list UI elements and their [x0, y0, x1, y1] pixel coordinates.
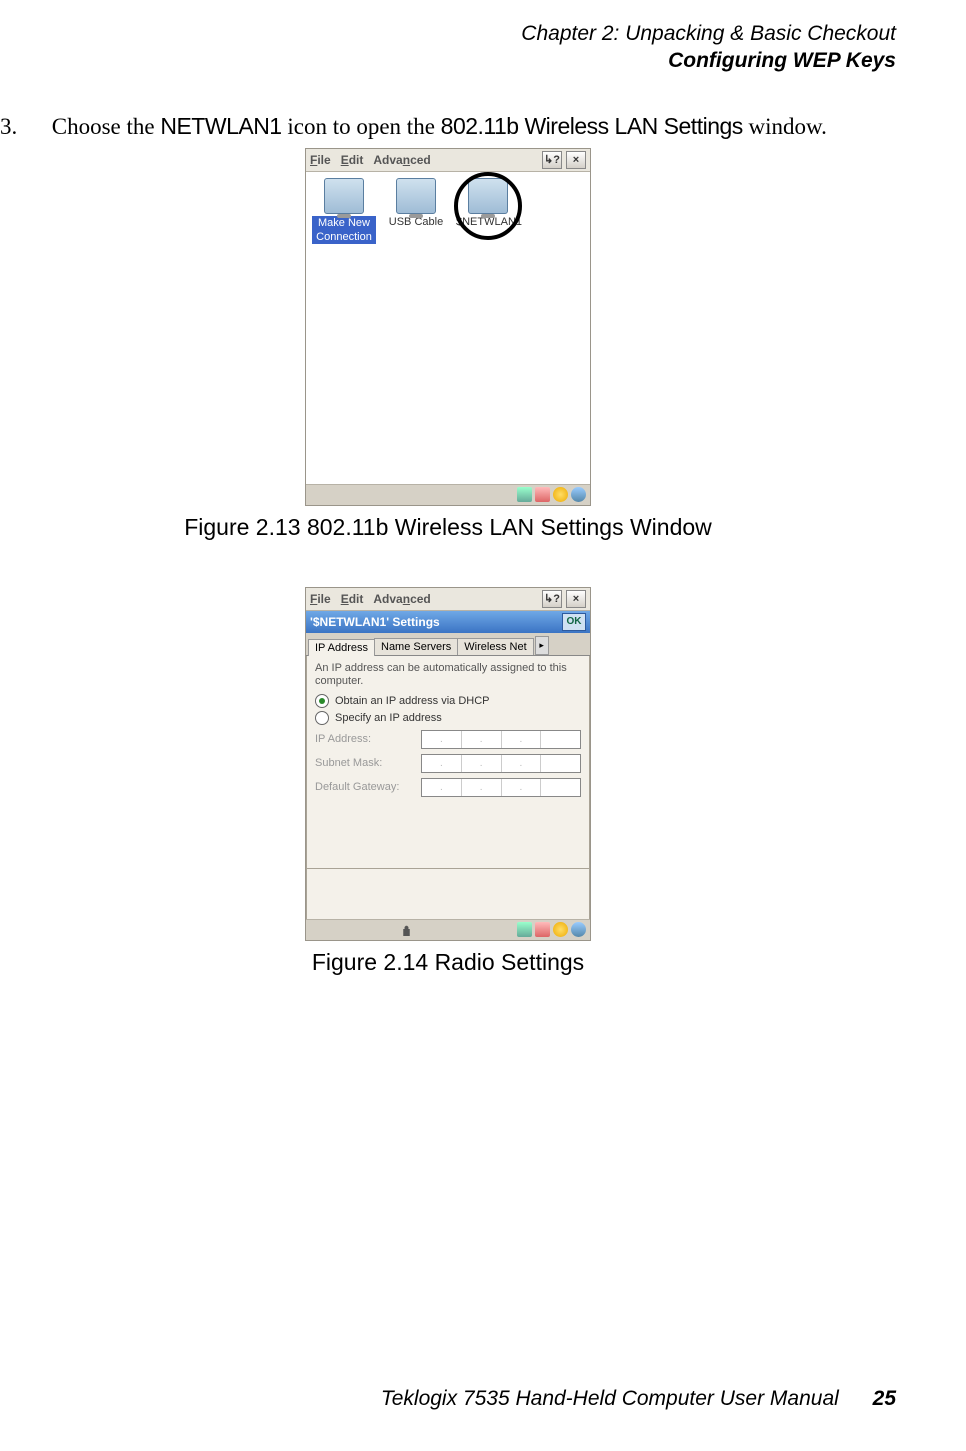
tab-scroll-right[interactable]: ▸ [535, 636, 549, 655]
section-line: Configuring WEP Keys [0, 47, 896, 74]
tray-status-icon-2[interactable] [553, 922, 568, 937]
tray-network-icon-2[interactable] [535, 922, 550, 937]
tab-name-servers[interactable]: Name Servers [374, 638, 458, 655]
field-ip-address: IP Address: ... [315, 730, 581, 749]
chapter-line: Chapter 2: Unpacking & Basic Checkout [0, 20, 896, 47]
taskbar [306, 484, 590, 505]
menu-bar: File Edit Advanced ↳? × [306, 149, 590, 172]
tray-keyboard-icon-2[interactable] [517, 922, 532, 937]
radio-dhcp-row[interactable]: Obtain an IP address via DHCP [315, 694, 581, 708]
step-3-text: 3. Choose the NETWLAN1 icon to open the … [0, 113, 896, 140]
page-number: 25 [873, 1387, 896, 1410]
menu-bar-2: File Edit Advanced ↳? × [306, 588, 590, 611]
settings-tabs: IP Address Name Servers Wireless Net ▸ [306, 633, 590, 656]
kw-netwlan1: NETWLAN1 [160, 113, 281, 139]
tab-wireless-net[interactable]: Wireless Net [457, 638, 533, 655]
menu-edit-2[interactable]: Edit [341, 592, 364, 606]
menu-advanced[interactable]: Advanced [373, 153, 430, 167]
menu-advanced-2[interactable]: Advanced [373, 592, 430, 606]
close-button-2[interactable]: × [566, 590, 586, 608]
taskbar-2 [306, 919, 590, 940]
field-subnet-mask: Subnet Mask: ... [315, 754, 581, 773]
menu-file-2[interactable]: File [310, 592, 331, 606]
settings-titlebar: '$NETWLAN1' Settings OK [306, 611, 590, 633]
lock-icon [400, 923, 413, 936]
radio-specify[interactable] [315, 711, 329, 725]
ip-info-text: An IP address can be automatically assig… [315, 662, 581, 688]
radio-specify-row[interactable]: Specify an IP address [315, 711, 581, 725]
ip-address-panel: An IP address can be automatically assig… [306, 656, 590, 869]
label-gateway: Default Gateway: [315, 781, 415, 793]
menu-file[interactable]: File [310, 153, 331, 167]
icon-usb-cable[interactable]: USB Cable [384, 178, 448, 228]
label-ip: IP Address: [315, 733, 415, 745]
page-header: Chapter 2: Unpacking & Basic Checkout Co… [0, 20, 896, 75]
input-default-gateway[interactable]: ... [421, 778, 581, 797]
highlight-circle [454, 172, 522, 240]
connections-window: File Edit Advanced ↳? × Make New Connect… [305, 148, 591, 506]
menu-edit[interactable]: Edit [341, 153, 364, 167]
label-subnet: Subnet Mask: [315, 757, 415, 769]
tray-status-icon[interactable] [553, 487, 568, 502]
help-button-2[interactable]: ↳? [542, 590, 562, 608]
footer-text: Teklogix 7535 Hand-Held Computer User Ma… [381, 1387, 839, 1410]
monitor-icon [396, 178, 436, 214]
icon-netwlan1[interactable]: $NETWLAN1 [456, 178, 520, 228]
tray-volume-icon[interactable] [571, 487, 586, 502]
tray-network-icon[interactable] [535, 487, 550, 502]
tray-keyboard-icon[interactable] [517, 487, 532, 502]
page-footer: Teklogix 7535 Hand-Held Computer User Ma… [381, 1387, 896, 1411]
monitor-icon [324, 178, 364, 214]
settings-title: '$NETWLAN1' Settings [310, 615, 440, 629]
input-subnet-mask[interactable]: ... [421, 754, 581, 773]
field-default-gateway: Default Gateway: ... [315, 778, 581, 797]
help-button[interactable]: ↳? [542, 151, 562, 169]
tray-volume-icon-2[interactable] [571, 922, 586, 937]
radio-dhcp[interactable] [315, 694, 329, 708]
icon-label-makenew2: Connection [312, 230, 376, 244]
kw-settings: 802.11b Wireless LAN Settings [441, 113, 743, 139]
close-button[interactable]: × [566, 151, 586, 169]
radio-dhcp-label: Obtain an IP address via DHCP [335, 695, 489, 707]
step-number: 3. [0, 114, 46, 140]
radio-specify-label: Specify an IP address [335, 712, 442, 724]
panel-gap [306, 869, 590, 919]
icon-make-new-connection[interactable]: Make New Connection [312, 178, 376, 244]
connections-content: Make New Connection USB Cable $NETWLAN1 [306, 172, 590, 484]
input-ip-address[interactable]: ... [421, 730, 581, 749]
ok-button[interactable]: OK [562, 613, 586, 631]
tab-ip-address[interactable]: IP Address [308, 639, 375, 656]
settings-window: File Edit Advanced ↳? × '$NETWLAN1' Sett… [305, 587, 591, 941]
icon-label-makenew1: Make New [312, 216, 376, 230]
figure-2-14-caption: Figure 2.14 Radio Settings [0, 949, 896, 976]
figure-2-13-caption: Figure 2.13 802.11b Wireless LAN Setting… [0, 514, 896, 541]
